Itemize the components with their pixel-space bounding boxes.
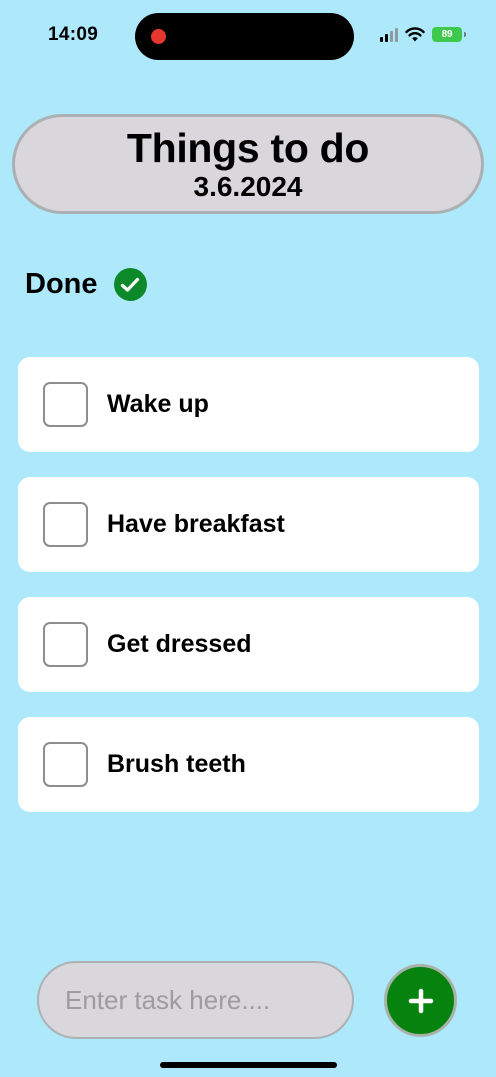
task-input[interactable] xyxy=(37,961,354,1039)
cellular-signal-icon xyxy=(380,27,398,42)
add-task-button[interactable] xyxy=(384,964,457,1037)
status-icons: 89 xyxy=(380,27,466,42)
battery-level: 89 xyxy=(441,29,453,40)
task-checkbox[interactable] xyxy=(43,622,88,667)
done-filter[interactable]: Done xyxy=(25,268,147,301)
header-pill: Things to do 3.6.2024 xyxy=(12,114,484,214)
page-date: 3.6.2024 xyxy=(193,171,303,202)
dynamic-island xyxy=(135,13,354,60)
task-checkbox[interactable] xyxy=(43,382,88,427)
status-time: 14:09 xyxy=(48,24,99,45)
checkmark-circle-icon[interactable] xyxy=(113,268,147,301)
task-list: Wake up Have breakfast Get dressed Brush… xyxy=(18,357,479,837)
task-label: Get dressed xyxy=(107,630,252,658)
task-item[interactable]: Wake up xyxy=(18,357,479,452)
task-checkbox[interactable] xyxy=(43,742,88,787)
task-item[interactable]: Have breakfast xyxy=(18,477,479,572)
battery-charging-icon: 89 xyxy=(432,27,466,42)
task-label: Wake up xyxy=(107,390,209,418)
task-item[interactable]: Brush teeth xyxy=(18,717,479,812)
recording-dot-icon xyxy=(151,29,166,44)
app-screen: 14:09 89 Things to do 3.6.2024 Done Wake… xyxy=(0,0,496,1077)
task-label: Have breakfast xyxy=(107,510,285,538)
home-indicator[interactable] xyxy=(160,1062,337,1068)
done-label: Done xyxy=(25,268,98,300)
plus-icon xyxy=(408,988,433,1013)
page-title: Things to do xyxy=(126,125,370,171)
task-label: Brush teeth xyxy=(107,750,246,778)
task-item[interactable]: Get dressed xyxy=(18,597,479,692)
wifi-icon xyxy=(405,27,425,42)
task-checkbox[interactable] xyxy=(43,502,88,547)
